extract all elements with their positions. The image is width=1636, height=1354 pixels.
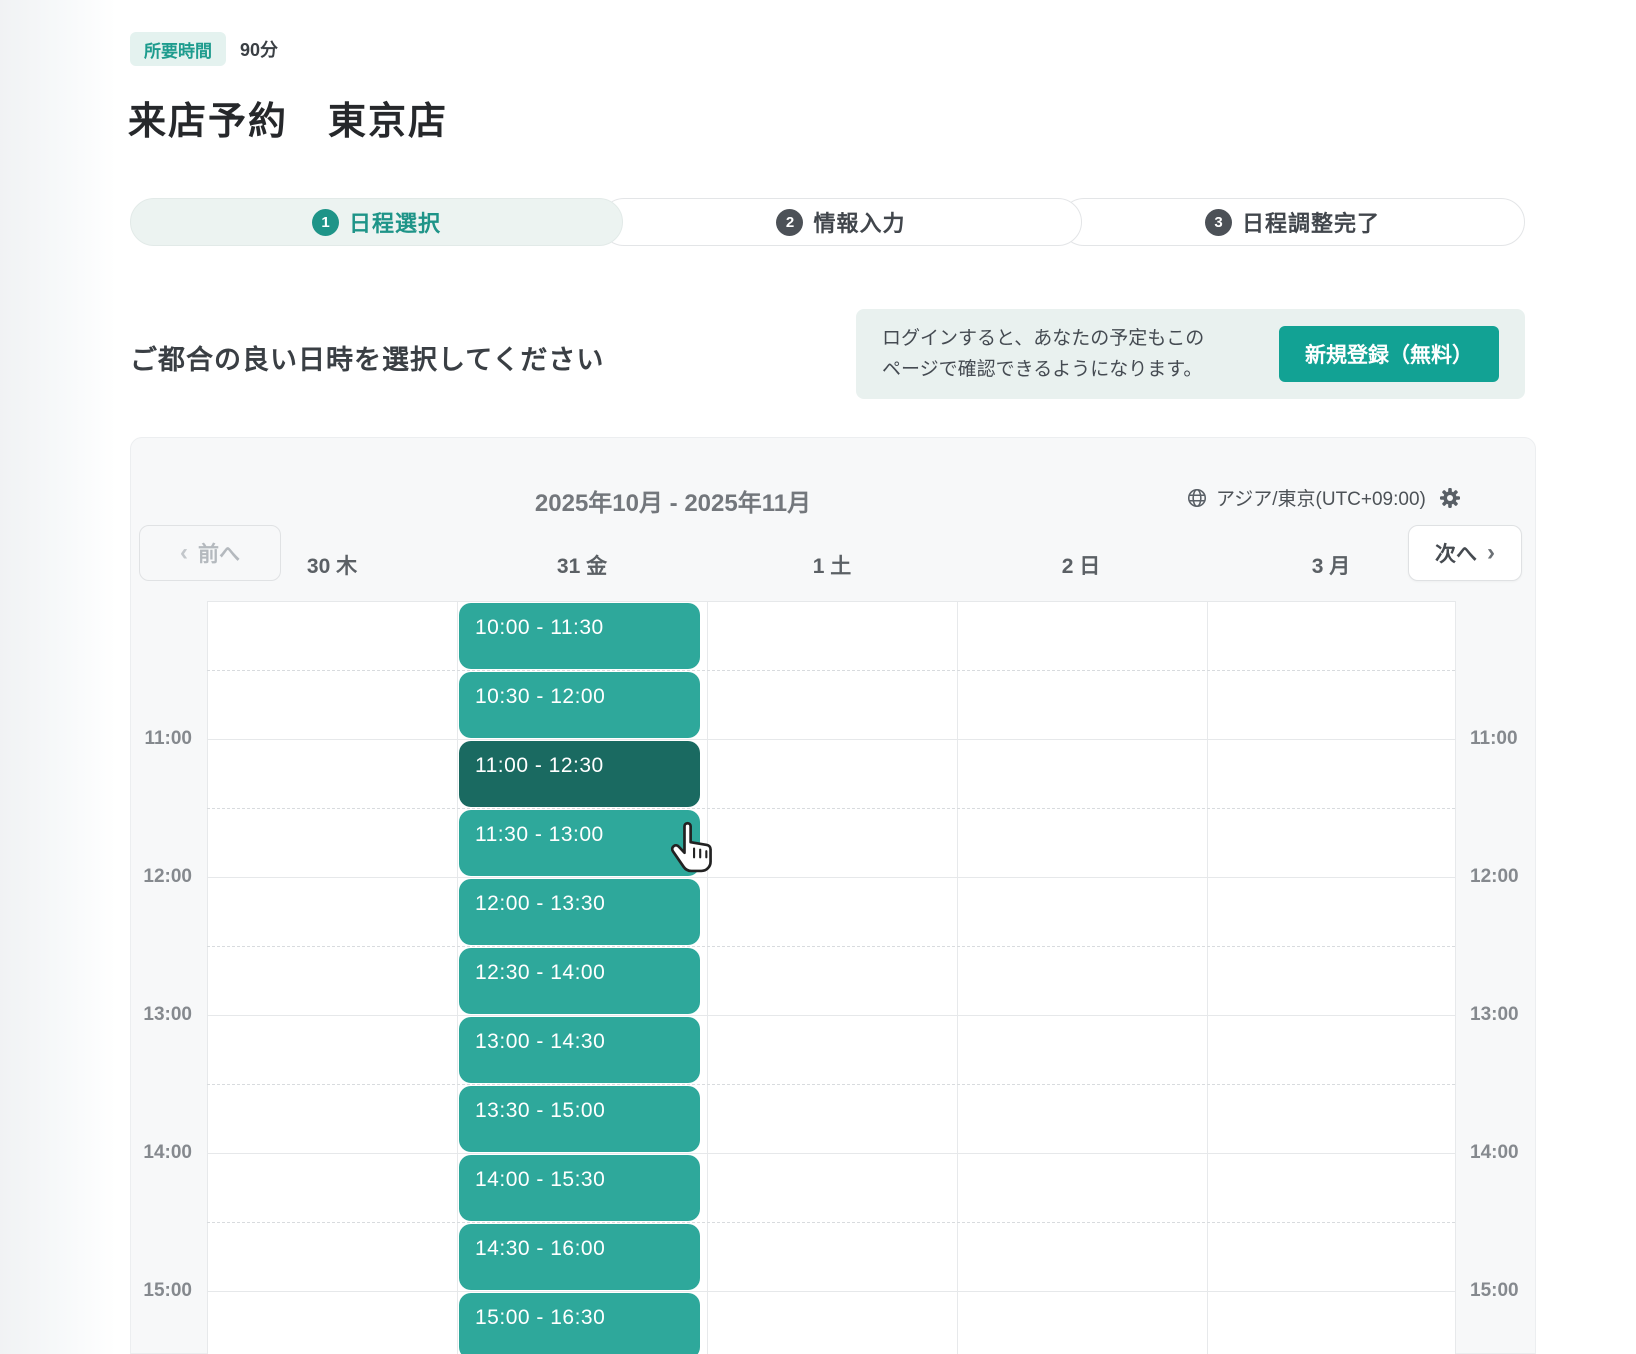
step-2-number-icon: 2	[776, 209, 803, 236]
grid-halfhour-line	[207, 946, 1455, 947]
login-notice: ログインすると、あなたの予定もこの ページで確認できるようになります。 新規登録…	[856, 309, 1525, 399]
page: 所要時間 90分 来店予約 東京店 1 日程選択 3 日程調整完了 2 情報入力…	[0, 0, 1636, 1354]
gear-icon	[1438, 498, 1462, 513]
grid-hour-line	[207, 1153, 1455, 1154]
register-button[interactable]: 新規登録（無料）	[1279, 326, 1499, 382]
globe-icon	[1186, 487, 1208, 509]
day-header-mon: 3 月	[1251, 550, 1411, 580]
day-header-thu: 30 木	[252, 550, 412, 580]
time-slot-selected[interactable]: 11:00 - 12:30	[459, 741, 700, 807]
grid-halfhour-line	[207, 670, 1455, 671]
step-tab-info-input: 2 情報入力	[600, 198, 1082, 246]
login-notice-line2: ページで確認できるようになります。	[882, 354, 1204, 385]
step-1-number-icon: 1	[312, 209, 339, 236]
time-slot[interactable]: 10:30 - 12:00	[459, 672, 700, 738]
login-notice-text: ログインすると、あなたの予定もこの ページで確認できるようになります。	[882, 323, 1204, 385]
timezone-label: アジア/東京(UTC+09:00)	[1216, 484, 1426, 511]
time-label-right: 11:00	[1470, 727, 1532, 751]
next-button-label: 次へ	[1435, 538, 1477, 568]
day-header-sat: 1 土	[752, 550, 912, 580]
page-left-margin	[0, 0, 116, 1354]
day-header-sun: 2 日	[1001, 550, 1161, 580]
timezone-settings-button[interactable]	[1438, 486, 1462, 510]
time-label-right: 12:00	[1470, 865, 1532, 889]
grid-hour-line	[207, 1291, 1455, 1292]
day-header-fri: 31 金	[502, 550, 662, 580]
time-slot[interactable]: 10:00 - 11:30	[459, 603, 700, 669]
time-slot[interactable]: 12:00 - 13:30	[459, 879, 700, 945]
grid-vline	[957, 601, 958, 1354]
step-1-label: 日程選択	[349, 206, 441, 238]
step-2-label: 情報入力	[813, 206, 905, 238]
time-slot[interactable]: 15:00 - 16:30	[459, 1293, 700, 1354]
time-slot[interactable]: 13:30 - 15:00	[459, 1086, 700, 1152]
grid-halfhour-line	[207, 1084, 1455, 1085]
time-label-left: 15:00	[130, 1279, 206, 1303]
time-label-left: 11:00	[130, 727, 206, 751]
time-slot[interactable]: 12:30 - 14:00	[459, 948, 700, 1014]
step-3-number-icon: 3	[1205, 209, 1232, 236]
time-label-right: 13:00	[1470, 1003, 1532, 1027]
chevron-left-icon: ‹	[180, 541, 188, 565]
time-label-right: 15:00	[1470, 1279, 1532, 1303]
grid-hour-line	[207, 877, 1455, 878]
step-tab-date-select[interactable]: 1 日程選択	[130, 198, 623, 246]
duration-value: 90分	[240, 32, 278, 66]
grid-hour-line	[207, 1015, 1455, 1016]
time-slot[interactable]: 11:30 - 13:00	[459, 810, 700, 876]
time-slot[interactable]: 13:00 - 14:30	[459, 1017, 700, 1083]
time-label-left: 12:00	[130, 865, 206, 889]
grid-vline	[207, 601, 208, 1354]
grid-vline	[1207, 601, 1208, 1354]
grid-halfhour-line	[207, 1222, 1455, 1223]
time-slot[interactable]: 14:00 - 15:30	[459, 1155, 700, 1221]
page-title: 来店予約 東京店	[128, 90, 448, 145]
calendar-month-range: 2025年10月 - 2025年11月	[535, 483, 811, 518]
timezone-row: アジア/東京(UTC+09:00)	[1186, 484, 1462, 511]
prev-button-label: 前へ	[198, 538, 240, 568]
grid-vline	[707, 601, 708, 1354]
login-notice-line1: ログインすると、あなたの予定もこの	[882, 323, 1204, 354]
time-label-right: 14:00	[1470, 1141, 1532, 1165]
time-label-left: 13:00	[130, 1003, 206, 1027]
time-slot[interactable]: 14:30 - 16:00	[459, 1224, 700, 1290]
chevron-right-icon: ›	[1487, 541, 1495, 565]
grid-vline	[1455, 601, 1456, 1354]
time-label-left: 14:00	[130, 1141, 206, 1165]
step-tab-complete: 3 日程調整完了	[1060, 198, 1525, 246]
grid-vline	[457, 601, 458, 1354]
grid-halfhour-line	[207, 808, 1455, 809]
grid-hour-line	[207, 601, 1455, 602]
grid-hour-line	[207, 739, 1455, 740]
duration-badge: 所要時間	[130, 32, 226, 66]
step-3-label: 日程調整完了	[1242, 206, 1380, 238]
calendar-grid	[207, 601, 1455, 1354]
instruction-text: ご都合の良い日時を選択してください	[130, 338, 604, 377]
next-week-button[interactable]: 次へ ›	[1408, 525, 1522, 581]
